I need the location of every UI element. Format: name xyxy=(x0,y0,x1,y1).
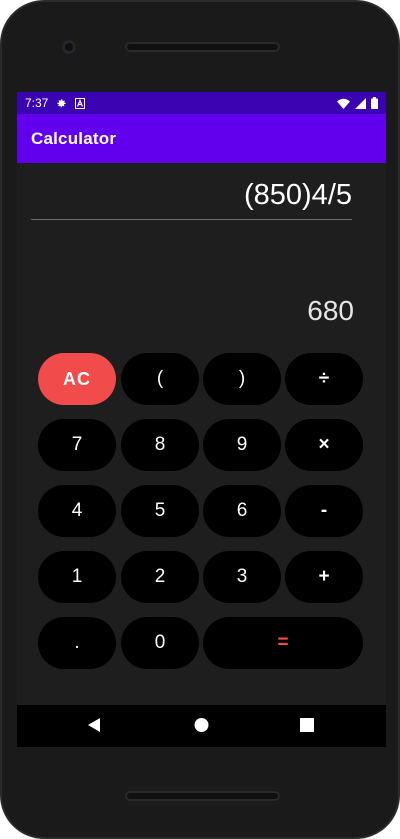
decimal-button[interactable]: . xyxy=(38,617,116,669)
add-button[interactable]: + xyxy=(285,551,363,603)
screen: 7:37 Calculator (850)4/5 680 AC () ÷ 7 … xyxy=(17,92,386,747)
recents-icon[interactable] xyxy=(300,717,314,737)
digit-4-button[interactable]: 4 xyxy=(38,485,116,537)
multiply-button[interactable]: × xyxy=(285,419,363,471)
equals-button[interactable]: = xyxy=(203,617,363,669)
open-paren-button[interactable]: ( xyxy=(121,353,199,405)
digit-1-button[interactable]: 1 xyxy=(38,551,116,603)
digit-3-button[interactable]: 3 xyxy=(203,551,281,603)
digit-0-button[interactable]: 0 xyxy=(121,617,199,669)
phone-frame: 7:37 Calculator (850)4/5 680 AC () ÷ 7 … xyxy=(0,0,400,839)
navigation-bar xyxy=(17,705,386,747)
digit-9-button[interactable]: 9 xyxy=(203,419,281,471)
digit-5-button[interactable]: 5 xyxy=(121,485,199,537)
close-paren-button[interactable]: ) xyxy=(203,353,281,405)
digit-7-button[interactable]: 7 xyxy=(38,419,116,471)
clear-button[interactable]: AC xyxy=(38,353,116,405)
keypad: AC ( ) ÷ 7 8 9 × 4 5 6 - 1 2 3 + . 0 = xyxy=(17,92,386,747)
digit-2-button[interactable]: 2 xyxy=(121,551,199,603)
home-icon[interactable] xyxy=(194,717,209,737)
digit-6-button[interactable]: 6 xyxy=(203,485,281,537)
digit-8-button[interactable]: 8 xyxy=(121,419,199,471)
back-icon[interactable] xyxy=(87,717,101,737)
earpiece-speaker xyxy=(125,42,280,52)
front-camera xyxy=(62,40,76,54)
subtract-button[interactable]: - xyxy=(285,485,363,537)
divide-button[interactable]: ÷ xyxy=(285,353,363,405)
bottom-speaker xyxy=(125,791,280,801)
